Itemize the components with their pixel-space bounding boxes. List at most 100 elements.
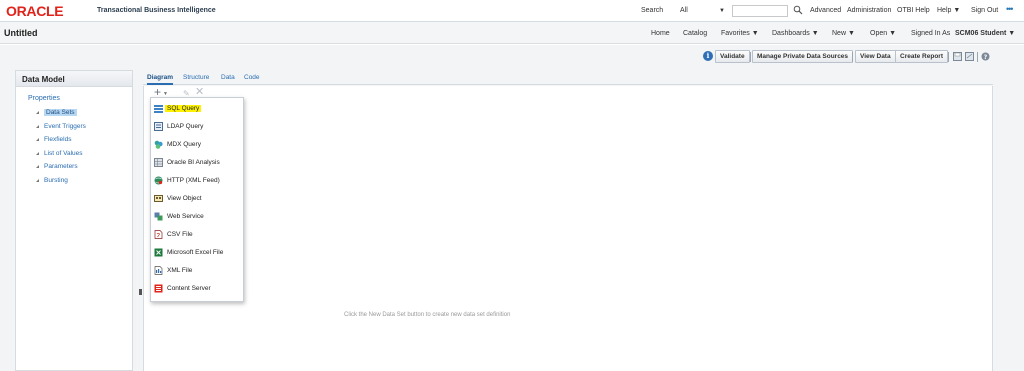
- save-as-icon[interactable]: [965, 52, 974, 61]
- content-area: Diagram Structure Data Code Click the Ne…: [143, 70, 993, 371]
- excel-file-icon: [154, 248, 163, 257]
- menu-item-sql-query[interactable]: SQL Query: [151, 102, 243, 116]
- page-title: Untitled: [4, 28, 38, 38]
- menu-item-ldap-query[interactable]: LDAP Query: [151, 120, 243, 134]
- title-bar: Untitled Home Catalog Favorites ▼ Dashbo…: [0, 22, 1024, 44]
- tree-item-label: Flexfields: [44, 136, 72, 143]
- search-label: Search: [641, 7, 664, 14]
- toolbar-divider: [948, 52, 949, 62]
- xml-file-icon: [154, 266, 163, 275]
- add-icon[interactable]: +: [154, 86, 161, 98]
- tree-item-list-of-values[interactable]: List of Values: [36, 150, 83, 157]
- csv-file-icon: [154, 230, 163, 239]
- toolbar-divider: [750, 52, 751, 62]
- properties-link[interactable]: Properties: [28, 95, 60, 102]
- nav-dashboards[interactable]: Dashboards ▼: [772, 30, 819, 37]
- validate-button[interactable]: Validate: [715, 50, 750, 63]
- menu-item-label: HTTP (XML Feed): [167, 177, 220, 184]
- nav-new[interactable]: New ▼: [832, 30, 855, 37]
- oracle-bi-analysis-icon: [154, 158, 163, 167]
- chevron-down-icon: ▼: [719, 8, 725, 14]
- nav-home[interactable]: Home: [651, 30, 670, 37]
- nav-favorites[interactable]: Favorites ▼: [721, 30, 759, 37]
- toolbar-divider: [852, 52, 853, 62]
- tree-item-flexfields[interactable]: Flexfields: [36, 136, 71, 143]
- manage-private-data-sources-button[interactable]: Manage Private Data Sources: [752, 50, 854, 63]
- menu-item-label: LDAP Query: [167, 123, 204, 130]
- menu-item-oracle-bi-analysis[interactable]: Oracle BI Analysis: [151, 156, 243, 170]
- tab-diagram[interactable]: Diagram: [147, 74, 174, 85]
- advanced-link[interactable]: Advanced: [810, 7, 841, 14]
- tab-code[interactable]: Code: [244, 74, 260, 81]
- empty-hint: Click the New Data Set button to create …: [344, 312, 511, 318]
- new-data-set-menu: SQL Query LDAP Query MDX Query Oracle BI…: [150, 97, 244, 302]
- menu-item-csv-file[interactable]: CSV File: [151, 228, 243, 242]
- search-input[interactable]: [732, 5, 788, 17]
- tree-item-event-triggers[interactable]: Event Triggers: [36, 123, 86, 130]
- user-menu[interactable]: SCM06 Student ▼: [955, 30, 1015, 37]
- expand-triangle-icon: [36, 137, 39, 141]
- view-data-button[interactable]: View Data: [855, 50, 896, 63]
- http-globe-icon: [154, 176, 163, 185]
- nav-catalog[interactable]: Catalog: [683, 30, 707, 37]
- tree-item-data-sets[interactable]: Data Sets: [36, 109, 77, 116]
- tree-item-bursting[interactable]: Bursting: [36, 177, 68, 184]
- tree-item-label: Parameters: [44, 163, 78, 170]
- mdx-query-icon: [154, 140, 163, 149]
- search-icon[interactable]: [793, 5, 803, 15]
- menu-item-label: Web Service: [167, 213, 204, 220]
- svg-text:?: ?: [984, 54, 988, 61]
- tab-bar: Diagram Structure Data Code: [143, 70, 993, 85]
- oracle-logo[interactable]: ORACLE: [6, 4, 64, 18]
- menu-item-web-service[interactable]: Web Service: [151, 210, 243, 224]
- menu-item-label: Content Server: [167, 285, 211, 292]
- splitter-handle[interactable]: [139, 289, 142, 295]
- user-name: SCM06 Student ▼: [955, 30, 1016, 37]
- menu-item-label: SQL Query: [165, 105, 202, 112]
- menu-item-label: CSV File: [167, 231, 193, 238]
- save-icon[interactable]: [953, 52, 962, 61]
- ldap-query-icon: [154, 122, 163, 131]
- tab-structure[interactable]: Structure: [183, 74, 209, 81]
- global-header: ORACLE Transactional Business Intelligen…: [0, 0, 1024, 22]
- data-model-panel: Data Model Properties Data Sets Event Tr…: [15, 70, 133, 371]
- expand-triangle-icon: [36, 110, 39, 114]
- menu-item-view-object[interactable]: View Object: [151, 192, 243, 206]
- nav-open[interactable]: Open ▼: [870, 30, 896, 37]
- expand-triangle-icon: [36, 178, 39, 182]
- administration-link[interactable]: Administration: [847, 7, 891, 14]
- create-report-button[interactable]: Create Report: [895, 50, 948, 63]
- toolbar-divider: [977, 52, 978, 62]
- menu-item-label: Microsoft Excel File: [167, 249, 224, 256]
- help-icon[interactable]: ?: [981, 52, 990, 61]
- view-object-icon: [154, 195, 163, 202]
- menu-item-label: XML File: [167, 267, 193, 274]
- app-title: Transactional Business Intelligence: [97, 7, 216, 14]
- otbi-help-link[interactable]: OTBI Help: [897, 7, 930, 14]
- menu-item-content-server[interactable]: Content Server: [151, 282, 243, 296]
- expand-triangle-icon: [36, 124, 39, 128]
- tree-item-label: Data Sets: [44, 109, 77, 116]
- menu-item-label: View Object: [167, 195, 202, 202]
- tree-item-label: Event Triggers: [44, 123, 86, 130]
- search-scope-select[interactable]: All ▼: [676, 5, 728, 17]
- expand-triangle-icon: [36, 164, 39, 168]
- menu-item-microsoft-excel-file[interactable]: Microsoft Excel File: [151, 246, 243, 260]
- tree-item-label: List of Values: [44, 150, 83, 157]
- tree-item-parameters[interactable]: Parameters: [36, 163, 78, 170]
- menu-item-http-xml-feed[interactable]: HTTP (XML Feed): [151, 174, 243, 188]
- menu-item-mdx-query[interactable]: MDX Query: [151, 138, 243, 152]
- data-model-title: Data Model: [16, 71, 132, 87]
- expand-triangle-icon: [36, 151, 39, 155]
- signed-in-label: Signed In As: [911, 30, 951, 37]
- more-options-icon[interactable]: •••: [1006, 5, 1020, 15]
- tab-data[interactable]: Data: [221, 74, 235, 81]
- web-service-icon: [154, 212, 163, 221]
- help-menu[interactable]: Help ▼: [937, 7, 960, 14]
- menu-item-xml-file[interactable]: XML File: [151, 264, 243, 278]
- sql-query-icon: [154, 105, 163, 113]
- sign-out-link[interactable]: Sign Out: [971, 7, 998, 14]
- info-icon[interactable]: i: [703, 51, 713, 61]
- diagram-canvas[interactable]: Click the New Data Set button to create …: [143, 86, 993, 371]
- search-scope-value: All: [680, 7, 688, 14]
